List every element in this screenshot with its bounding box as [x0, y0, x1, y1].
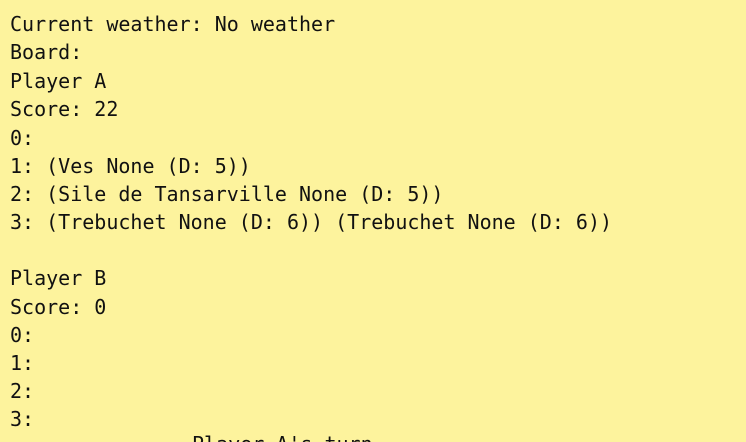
player-a-row-3: 3: (Trebuchet None (D: 6)) (Trebuchet No…: [10, 210, 613, 234]
player-a-name: Player A: [10, 69, 107, 93]
player-a-row-2: 2: (Sile de Tansarville None (D: 5)): [10, 182, 444, 206]
board-label: Board:: [10, 40, 83, 64]
player-a-score: Score: 22: [10, 97, 119, 121]
player-b-row-1: 1:: [10, 351, 35, 375]
turn-indicator: Player A's turn: [192, 430, 373, 442]
player-a-row-0: 0:: [10, 126, 35, 150]
player-b-name: Player B: [10, 266, 107, 290]
player-b-row-0: 0:: [10, 323, 35, 347]
weather-status: Current weather: No weather: [10, 12, 336, 36]
player-b-row-3: 3:: [10, 407, 35, 431]
terminal-output: Current weather: No weather Board: Playe…: [0, 0, 746, 442]
player-a-row-1: 1: (Ves None (D: 5)): [10, 154, 251, 178]
player-b-score: Score: 0: [10, 295, 107, 319]
player-b-row-2: 2:: [10, 379, 35, 403]
